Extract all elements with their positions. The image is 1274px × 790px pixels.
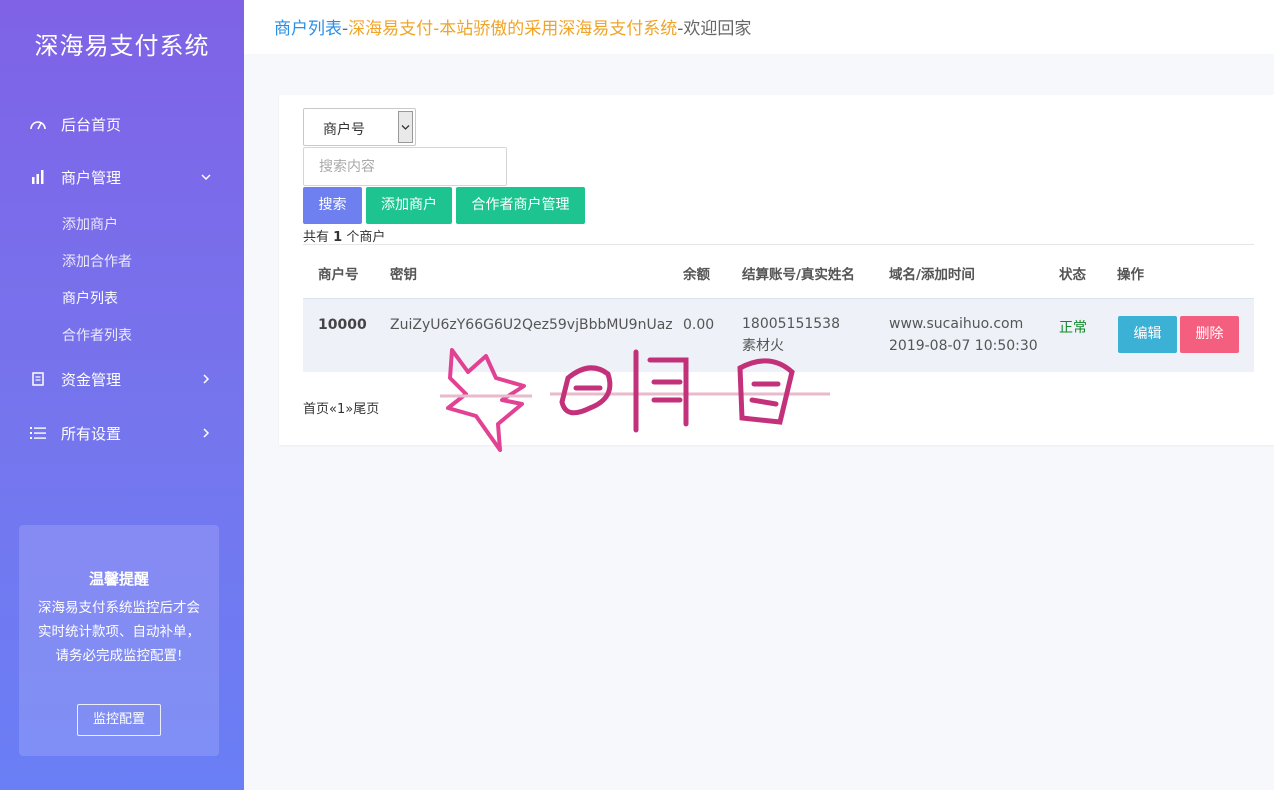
cell-domain-time: www.sucaihuo.com 2019-08-07 10:50:30 <box>889 313 1038 357</box>
sidebar-item-label: 资金管理 <box>61 370 122 389</box>
sidebar-item-label: 商户管理 <box>61 168 122 187</box>
pager-first[interactable]: 首页 <box>303 402 329 417</box>
sidebar-subitem-add-merchant[interactable]: 添加商户 <box>62 214 118 234</box>
reminder-title: 温馨提醒 <box>88 570 149 588</box>
column-header-actions: 操作 <box>1117 267 1144 283</box>
partner-merchant-management-button[interactable]: 合作者商户管理 <box>456 187 585 224</box>
column-header-balance: 余额 <box>683 267 710 283</box>
count-prefix: 共有 <box>303 230 330 245</box>
search-field-select[interactable]: 商户号 <box>303 108 416 146</box>
sidebar-subitem-add-partner[interactable]: 添加合作者 <box>62 251 132 271</box>
cell-balance: 0.00 <box>683 317 715 333</box>
domain: www.sucaihuo.com <box>889 316 1024 332</box>
edit-button[interactable]: 编辑 <box>1118 316 1177 353</box>
count-suffix: 个商户 <box>346 230 386 245</box>
list-icon <box>28 426 48 440</box>
breadcrumb: 商户列表-深海易支付-本站骄傲的采用深海易支付系统-欢迎回家 <box>274 14 751 39</box>
sidebar: 深海易支付系统 后台首页 商户管理 添加商户 添加合作者 商户列表 合作者列表 … <box>0 0 244 790</box>
chevron-down-icon <box>398 111 413 143</box>
reminder-text: 深海易支付系统监控后才会实时统计款项、自动补单，请务必完成监控配置! <box>38 600 200 664</box>
sidebar-item-label: 后台首页 <box>61 115 122 134</box>
column-header-domain-time: 域名/添加时间 <box>889 267 975 283</box>
delete-button[interactable]: 删除 <box>1180 316 1239 353</box>
column-header-status: 状态 <box>1059 267 1086 283</box>
chevron-down-icon <box>200 169 212 187</box>
divider <box>303 244 1254 245</box>
chevron-right-icon <box>200 425 212 443</box>
merchant-count: 共有 1 个商户 <box>303 226 385 245</box>
pager-prev[interactable]: « <box>329 402 337 417</box>
search-button[interactable]: 搜索 <box>303 187 362 224</box>
sidebar-subitem-partner-list[interactable]: 合作者列表 <box>62 325 132 345</box>
breadcrumb-current-page[interactable]: 商户列表 <box>274 19 342 39</box>
header-bar: 商户列表-深海易支付-本站骄傲的采用深海易支付系统-欢迎回家 <box>244 0 1274 54</box>
dashboard-gauge-icon <box>28 117 48 131</box>
select-value: 商户号 <box>323 122 365 138</box>
add-merchant-button[interactable]: 添加商户 <box>366 187 452 224</box>
app-title: 深海易支付系统 <box>34 32 210 60</box>
cell-key: ZuiZyU6zY66G6U2Qez59vjBbbMU9nUaz <box>390 317 673 333</box>
cell-merchant-id: 10000 <box>318 317 367 333</box>
document-icon <box>28 372 48 386</box>
reminder-card: 温馨提醒 深海易支付系统监控后才会实时统计款项、自动补单，请务必完成监控配置! … <box>19 525 219 756</box>
pager-last[interactable]: 尾页 <box>353 402 379 417</box>
sidebar-item-label: 所有设置 <box>61 424 122 443</box>
sidebar-item-all-settings[interactable]: 所有设置 <box>28 418 218 448</box>
status-badge: 正常 <box>1059 320 1087 336</box>
account-number: 18005151538 <box>742 316 840 332</box>
column-header-key: 密钥 <box>390 267 417 283</box>
chevron-right-icon <box>200 371 212 389</box>
count-value: 1 <box>333 230 343 245</box>
bar-chart-icon <box>28 170 48 184</box>
breadcrumb-site-desc: 深海易支付-本站骄傲的采用深海易支付系统 <box>348 19 678 39</box>
watermark-logo <box>440 348 830 452</box>
search-input[interactable] <box>303 147 507 186</box>
column-header-merchant-id: 商户号 <box>318 267 359 283</box>
sidebar-subitem-merchant-list[interactable]: 商户列表 <box>62 288 118 308</box>
monitor-config-button[interactable]: 监控配置 <box>77 704 161 736</box>
breadcrumb-welcome: 欢迎回家 <box>683 19 752 39</box>
sidebar-item-home[interactable]: 后台首页 <box>28 109 218 139</box>
pagination: 首页«1»尾页 <box>303 398 379 417</box>
column-header-settlement-account: 结算账号/真实姓名 <box>742 267 855 283</box>
sidebar-item-fund-management[interactable]: 资金管理 <box>28 364 218 394</box>
added-time: 2019-08-07 10:50:30 <box>889 338 1038 354</box>
sidebar-item-merchant-management[interactable]: 商户管理 <box>28 162 218 192</box>
